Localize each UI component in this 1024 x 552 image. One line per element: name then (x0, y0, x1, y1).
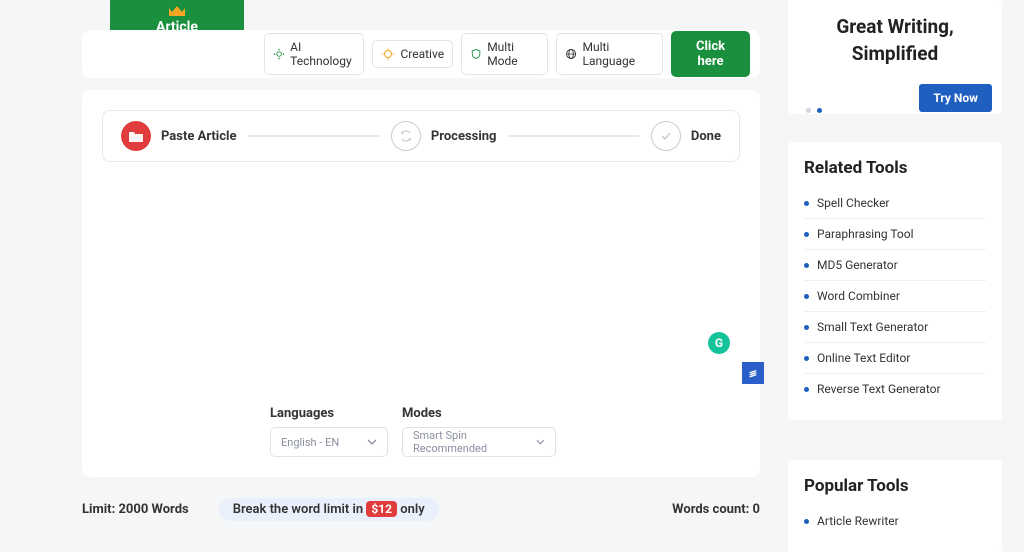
chevron-down-icon (367, 439, 377, 445)
related-tools-title: Related Tools (804, 158, 986, 178)
bulb-icon (381, 47, 395, 61)
feature-multilang: Multi Language (556, 33, 663, 75)
tool-label: Article Rewriter (817, 514, 899, 528)
bullet-icon (804, 201, 809, 206)
break-limit-pill[interactable]: Break the word limit in $12 only (219, 498, 439, 521)
step-paste: Paste Article (121, 121, 236, 151)
carousel-dots[interactable] (806, 108, 822, 113)
editor-card: Paste Article Processing Done G ꠵ (82, 90, 760, 477)
shield-icon (470, 47, 482, 61)
step-done: Done (651, 121, 721, 151)
select-value: Smart Spin Recommended (413, 429, 526, 455)
promo-line-1: Great Writing, (836, 15, 953, 38)
step-label: Done (691, 129, 721, 144)
languages-label: Languages (270, 406, 388, 421)
chevron-down-icon (536, 439, 545, 445)
tool-label: Online Text Editor (817, 351, 910, 365)
feature-label: Multi Language (583, 40, 655, 68)
select-value: English - EN (281, 436, 339, 449)
stepper: Paste Article Processing Done (102, 110, 740, 162)
bullet-icon (804, 356, 809, 361)
step-label: Paste Article (161, 129, 236, 144)
tool-label: MD5 Generator (817, 258, 898, 272)
translate-icon[interactable]: ꠵ (742, 362, 764, 384)
word-count: Words count: 0 (672, 502, 760, 517)
tool-link[interactable]: MD5 Generator (804, 250, 986, 281)
dot[interactable] (806, 108, 811, 113)
bullet-icon (804, 387, 809, 392)
languages-select[interactable]: English - EN (270, 427, 388, 457)
tool-label: Spell Checker (817, 196, 890, 210)
grammarly-icon[interactable]: G (708, 332, 730, 354)
tool-link[interactable]: Paraphrasing Tool (804, 219, 986, 250)
bullet-icon (804, 519, 809, 524)
try-now-button[interactable]: Try Now (919, 84, 992, 112)
modes-select[interactable]: Smart Spin Recommended (402, 427, 556, 457)
feature-label: AI Technology (290, 40, 355, 68)
promo-card: Great Writing, Simplified Try Now (788, 0, 1002, 114)
click-here-button[interactable]: Click here (671, 31, 750, 77)
tool-link[interactable]: Word Combiner (804, 281, 986, 312)
popular-tools-panel: Popular Tools Article Rewriter (788, 460, 1002, 552)
check-icon (651, 121, 681, 151)
globe-icon (565, 47, 577, 61)
tool-link[interactable]: Article Rewriter (804, 506, 986, 536)
step-processing: Processing (391, 121, 497, 151)
feature-multimode: Multi Mode (461, 33, 548, 75)
dot-active[interactable] (817, 108, 822, 113)
crown-icon (168, 6, 186, 18)
feature-label: Multi Mode (487, 40, 539, 68)
popular-tools-title: Popular Tools (804, 476, 986, 496)
tool-link[interactable]: Small Text Generator (804, 312, 986, 343)
related-tools-panel: Related Tools Spell Checker Paraphrasing … (788, 142, 1002, 420)
word-limit: Limit: 2000 Words (82, 502, 189, 517)
tool-link[interactable]: Spell Checker (804, 188, 986, 219)
tool-link[interactable]: Reverse Text Generator (804, 374, 986, 404)
modes-label: Modes (402, 406, 556, 421)
break-post: only (397, 502, 425, 517)
feature-ai: AI Technology (264, 33, 364, 75)
break-pre: Break the word limit in (233, 502, 367, 517)
feature-creative: Creative (372, 40, 453, 68)
bullet-icon (804, 294, 809, 299)
tool-link[interactable]: Online Text Editor (804, 343, 986, 374)
bottom-bar: Limit: 2000 Words Break the word limit i… (82, 498, 760, 521)
promo-line-2: Simplified (852, 42, 938, 65)
ai-icon (273, 47, 285, 61)
tool-label: Small Text Generator (817, 320, 928, 334)
folder-icon (121, 121, 151, 151)
step-line (508, 135, 638, 137)
refresh-icon (391, 121, 421, 151)
bullet-icon (804, 325, 809, 330)
tool-label: Word Combiner (817, 289, 900, 303)
bullet-icon (804, 263, 809, 268)
editor-area[interactable]: G ꠵ (102, 162, 740, 362)
step-label: Processing (431, 129, 497, 144)
step-line (248, 135, 378, 137)
tool-label: Reverse Text Generator (817, 382, 941, 396)
tool-label: Paraphrasing Tool (817, 227, 914, 241)
price-badge: $12 (366, 501, 397, 517)
feature-bar: AI Technology Creative Multi Mode Multi … (82, 30, 760, 78)
feature-label: Creative (400, 47, 444, 61)
bullet-icon (804, 232, 809, 237)
